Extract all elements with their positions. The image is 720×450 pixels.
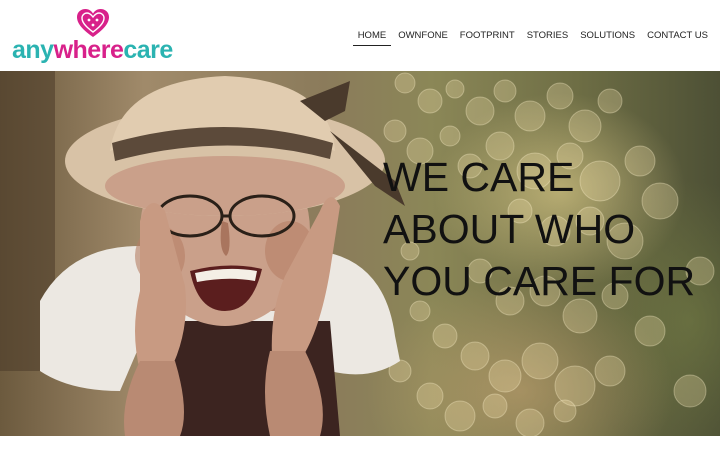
nav-footprint[interactable]: FOOTPRINT — [455, 28, 520, 46]
nav-home[interactable]: HOME — [352, 28, 392, 46]
page-below-fold — [0, 436, 720, 450]
hero-headline-line1: WE CARE — [383, 154, 575, 200]
hero-banner: WE CARE ABOUT WHO YOU CARE FOR — [0, 71, 720, 436]
main-nav: HOME OWNFONE FOOTPRINT STORIES SOLUTIONS… — [352, 28, 714, 46]
hero-headline-line2: ABOUT WHO — [383, 206, 636, 252]
logo-text-any: any — [12, 36, 54, 64]
nav-stories[interactable]: STORIES — [522, 28, 574, 46]
hero-headline: WE CARE ABOUT WHO YOU CARE FOR — [383, 151, 695, 307]
logo-wordmark: anywherecare — [12, 35, 173, 65]
nav-ownfone[interactable]: OWNFONE — [393, 28, 453, 46]
anywherecare-logo[interactable]: anywherecare — [12, 9, 173, 65]
hero-headline-line3: YOU CARE FOR — [383, 258, 696, 304]
nav-solutions[interactable]: SOLUTIONS — [575, 28, 640, 46]
nav-contact-us[interactable]: CONTACT US — [642, 28, 713, 46]
logo-text-care: care — [123, 36, 173, 64]
logo-text-where: where — [53, 36, 124, 64]
site-header: anywherecare HOME OWNFONE FOOTPRINT STOR… — [0, 0, 720, 71]
